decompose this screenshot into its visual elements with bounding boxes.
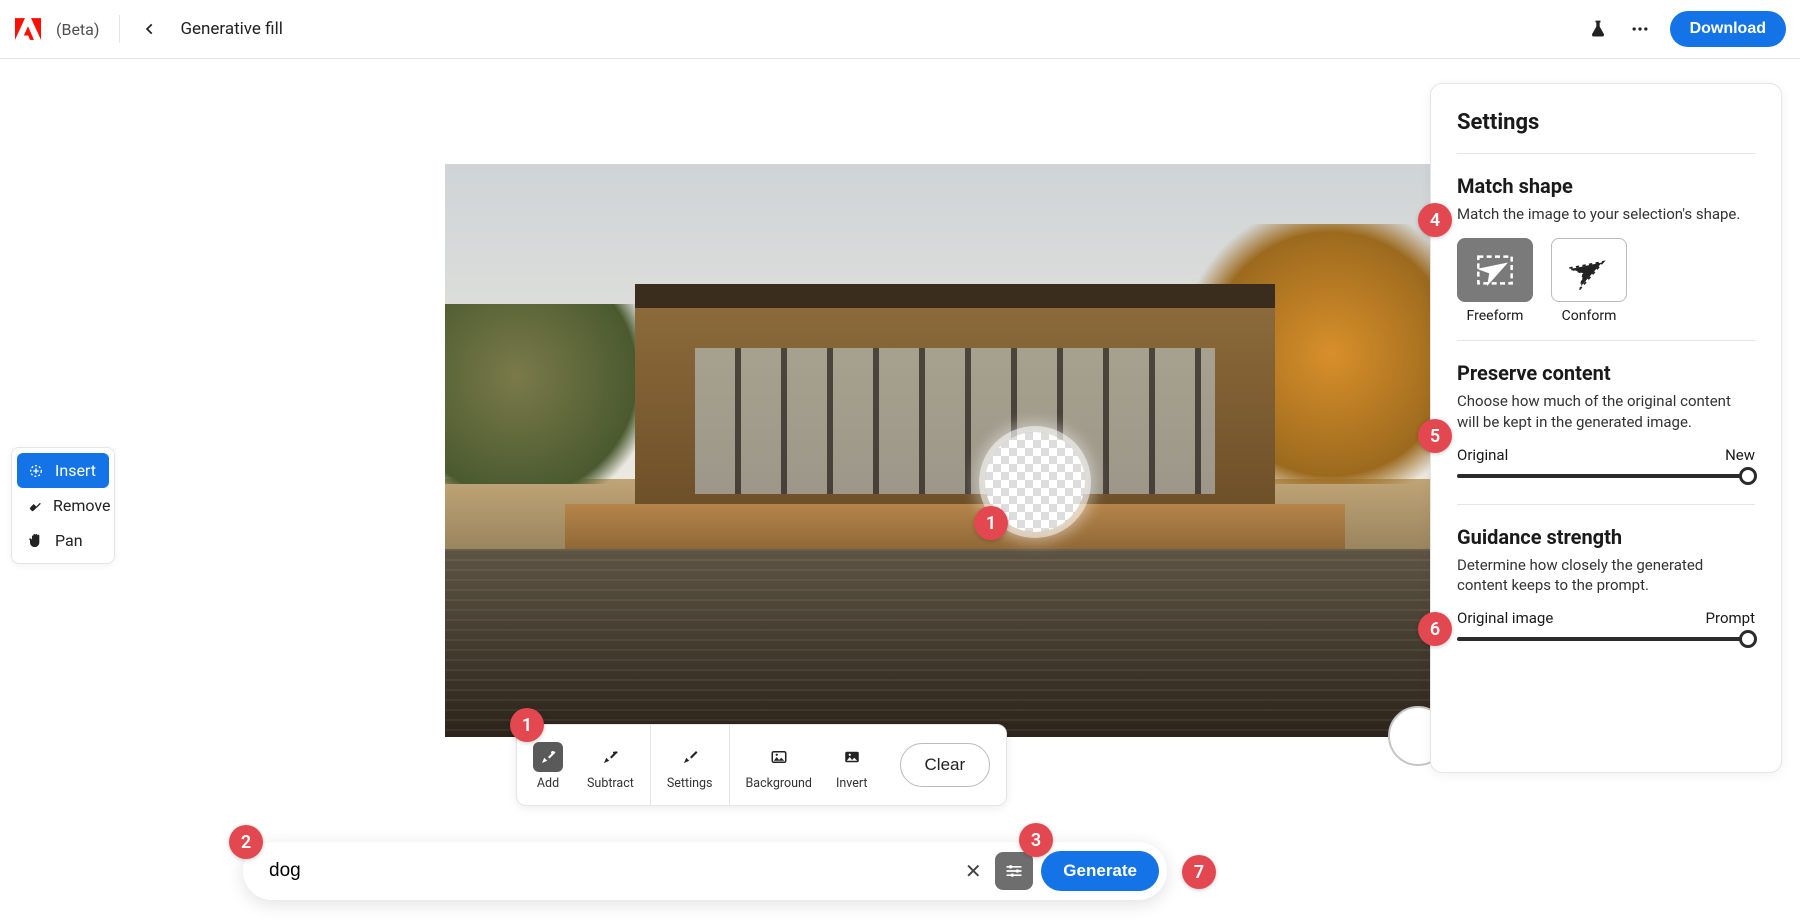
brush-settings-icon bbox=[675, 742, 705, 772]
header-left: (Beta) Generative fill bbox=[14, 15, 283, 43]
brush-settings[interactable]: Settings bbox=[655, 725, 725, 805]
beta-label: (Beta) bbox=[56, 20, 99, 39]
settings-title: Settings bbox=[1457, 110, 1755, 135]
brush-settings-label: Settings bbox=[667, 776, 713, 791]
conform-icon bbox=[1551, 238, 1627, 302]
badge-4: 4 bbox=[1418, 203, 1452, 237]
preserve-slider[interactable] bbox=[1457, 474, 1755, 478]
shape-freeform[interactable]: Freeform bbox=[1457, 238, 1533, 324]
badge-6: 6 bbox=[1418, 612, 1452, 646]
brush-add-icon bbox=[533, 742, 563, 772]
adobe-logo[interactable] bbox=[14, 15, 42, 43]
brush-invert[interactable]: Invert bbox=[824, 725, 880, 805]
guidance-slider[interactable] bbox=[1457, 637, 1755, 641]
generate-button[interactable]: Generate bbox=[1041, 851, 1159, 891]
badge-5: 5 bbox=[1418, 419, 1452, 453]
beaker-icon[interactable] bbox=[1586, 17, 1610, 41]
download-button[interactable]: Download bbox=[1670, 11, 1786, 47]
page-title: Generative fill bbox=[180, 19, 282, 39]
guidance-slider-thumb[interactable] bbox=[1739, 630, 1757, 648]
badge-7: 7 bbox=[1182, 855, 1216, 889]
brush-background-label: Background bbox=[746, 776, 812, 791]
prompt-settings-button[interactable] bbox=[995, 852, 1033, 890]
insert-icon bbox=[27, 462, 45, 480]
tool-pan-label: Pan bbox=[55, 531, 83, 550]
brush-subtract[interactable]: Subtract bbox=[575, 725, 646, 805]
brush-subtract-icon bbox=[595, 742, 625, 772]
brush-invert-label: Invert bbox=[836, 776, 868, 791]
brush-subtract-label: Subtract bbox=[587, 776, 634, 791]
back-chevron-icon[interactable] bbox=[140, 19, 160, 39]
prompt-input[interactable] bbox=[269, 860, 959, 882]
badge-2: 2 bbox=[229, 825, 263, 859]
guidance-desc: Determine how closely the generated cont… bbox=[1457, 555, 1755, 596]
brush-add-label: Add bbox=[537, 776, 559, 791]
background-icon bbox=[764, 742, 794, 772]
canvas-image[interactable] bbox=[445, 164, 1435, 737]
conform-label: Conform bbox=[1562, 308, 1617, 324]
brush-background[interactable]: Background bbox=[734, 725, 824, 805]
tool-insert[interactable]: Insert bbox=[17, 453, 109, 488]
preserve-title: Preserve content bbox=[1457, 361, 1755, 385]
badge-1a: 1 bbox=[974, 506, 1008, 540]
freeform-label: Freeform bbox=[1467, 308, 1524, 324]
brush-toolbar: Add Subtract Settings Backg bbox=[516, 724, 1007, 806]
tool-pan[interactable]: Pan bbox=[17, 523, 109, 558]
badge-1b: 1 bbox=[510, 708, 544, 742]
guidance-title: Guidance strength bbox=[1457, 525, 1755, 549]
tool-insert-label: Insert bbox=[55, 461, 96, 480]
shape-conform[interactable]: Conform bbox=[1551, 238, 1627, 324]
preserve-slider-thumb[interactable] bbox=[1739, 467, 1757, 485]
clear-button[interactable]: Clear bbox=[900, 743, 991, 787]
match-shape-title: Match shape bbox=[1457, 174, 1755, 198]
badge-3: 3 bbox=[1019, 823, 1053, 857]
guidance-right-label: Prompt bbox=[1706, 609, 1755, 627]
remove-icon bbox=[27, 497, 43, 515]
more-icon[interactable] bbox=[1628, 17, 1652, 41]
divider bbox=[119, 15, 120, 43]
tool-remove-label: Remove bbox=[53, 496, 111, 515]
settings-panel: Settings Match shape Match the image to … bbox=[1430, 83, 1782, 773]
header-right: Download bbox=[1586, 11, 1786, 47]
app-header: (Beta) Generative fill Download bbox=[0, 0, 1800, 59]
freeform-icon bbox=[1457, 238, 1533, 302]
preserve-left-label: Original bbox=[1457, 446, 1508, 464]
match-shape-desc: Match the image to your selection's shap… bbox=[1457, 204, 1755, 224]
preserve-desc: Choose how much of the original content … bbox=[1457, 391, 1755, 432]
invert-icon bbox=[837, 742, 867, 772]
clear-prompt-icon[interactable]: ✕ bbox=[959, 857, 987, 885]
pan-icon bbox=[27, 532, 45, 550]
body-area: Insert Remove Pan bbox=[0, 59, 1800, 921]
guidance-left-label: Original image bbox=[1457, 609, 1553, 627]
preserve-right-label: New bbox=[1725, 446, 1755, 464]
tool-remove[interactable]: Remove bbox=[17, 488, 109, 523]
tool-palette: Insert Remove Pan bbox=[11, 447, 115, 564]
